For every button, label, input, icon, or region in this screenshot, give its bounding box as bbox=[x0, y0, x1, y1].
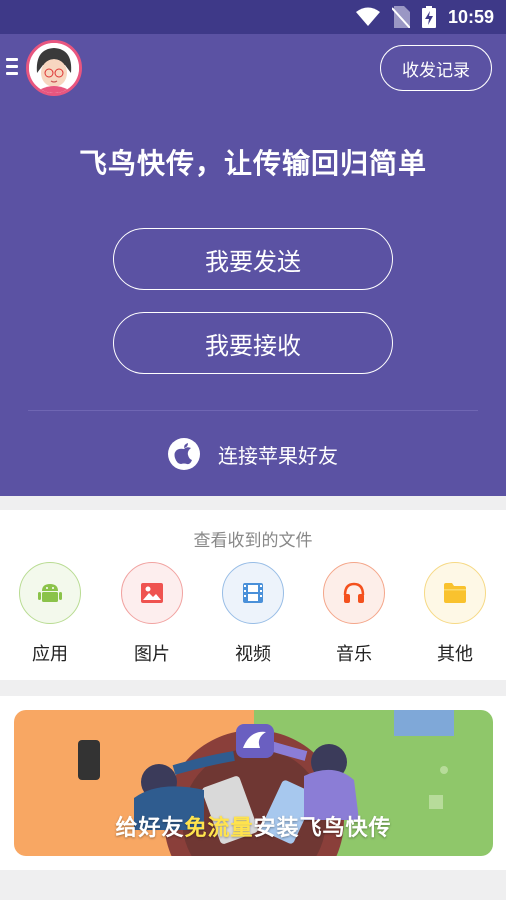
promo-banner[interactable]: 给好友免流量安装飞鸟快传 bbox=[14, 710, 493, 856]
category-label: 音乐 bbox=[336, 644, 372, 665]
received-files-card: 查看收到的文件 应用 图片 视频 音乐 其他 bbox=[0, 510, 506, 680]
headphones-icon bbox=[323, 562, 385, 624]
menu-icon[interactable] bbox=[6, 58, 18, 78]
connect-apple-friend-label: 连接苹果好友 bbox=[218, 443, 338, 468]
apple-icon bbox=[168, 438, 200, 470]
clock: 10:59 bbox=[447, 6, 494, 27]
avatar-girl-icon bbox=[29, 43, 79, 93]
send-button[interactable]: 我要发送 bbox=[113, 228, 393, 290]
folder-icon bbox=[424, 562, 486, 624]
status-bar: 10:59 bbox=[0, 0, 506, 34]
category-others[interactable]: 其他 bbox=[415, 562, 495, 666]
category-label: 图片 bbox=[134, 644, 170, 665]
film-icon bbox=[222, 562, 284, 624]
status-icons: 10:59 bbox=[355, 6, 494, 28]
connect-apple-friend-button[interactable]: 连接苹果好友 bbox=[0, 434, 506, 474]
promo-text: 给好友免流量安装飞鸟快传 bbox=[115, 816, 392, 841]
avatar[interactable] bbox=[26, 40, 82, 96]
wifi-icon bbox=[355, 7, 380, 26]
hero-section: 收发记录 飞鸟快传，让传输回归简单 我要发送 我要接收 连接苹果好友 bbox=[0, 34, 506, 496]
category-label: 应用 bbox=[32, 644, 68, 665]
slogan: 飞鸟快传，让传输回归简单 bbox=[78, 147, 427, 180]
history-button[interactable]: 收发记录 bbox=[380, 45, 492, 91]
battery-charging-icon bbox=[421, 6, 436, 28]
divider bbox=[28, 410, 478, 411]
promo-card: 给好友免流量安装飞鸟快传 bbox=[0, 696, 506, 870]
no-sim-icon bbox=[391, 6, 410, 28]
category-apps[interactable]: 应用 bbox=[10, 562, 90, 666]
category-videos[interactable]: 视频 bbox=[213, 562, 293, 666]
category-label: 其他 bbox=[437, 644, 473, 665]
received-files-title: 查看收到的文件 bbox=[193, 531, 313, 551]
category-label: 视频 bbox=[235, 644, 271, 665]
android-icon bbox=[19, 562, 81, 624]
image-icon bbox=[121, 562, 183, 624]
receive-button[interactable]: 我要接收 bbox=[113, 312, 393, 374]
category-music[interactable]: 音乐 bbox=[314, 562, 394, 666]
category-images[interactable]: 图片 bbox=[112, 562, 192, 666]
